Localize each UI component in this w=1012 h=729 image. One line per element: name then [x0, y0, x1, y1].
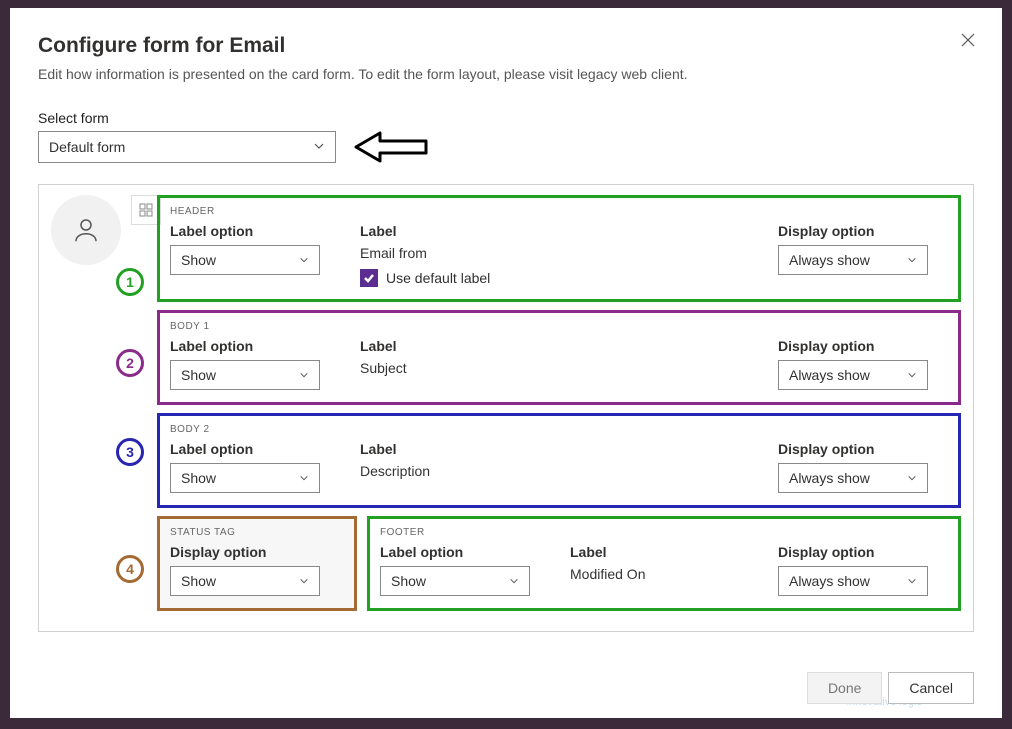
- footer-label-value: Modified On: [570, 566, 758, 582]
- display-option-heading: Display option: [778, 223, 948, 239]
- chevron-down-icon: [509, 573, 519, 589]
- check-icon: [363, 272, 375, 284]
- annotation-badge-3: 3: [116, 438, 144, 466]
- select-form-label: Select form: [38, 110, 974, 126]
- card-preview: [51, 195, 161, 271]
- chevron-down-icon: [313, 139, 325, 155]
- use-default-label-text: Use default label: [386, 270, 490, 286]
- section-body2: 3 BODY 2 Label option Show Label Descrip…: [157, 413, 961, 508]
- footer-label-option-select[interactable]: Show: [380, 566, 530, 596]
- dialog-subtitle: Edit how information is presented on the…: [38, 66, 974, 82]
- pointer-arrow-icon: [354, 130, 432, 164]
- annotation-badge-2: 2: [116, 349, 144, 377]
- done-button[interactable]: Done: [807, 672, 882, 704]
- dialog-title: Configure form for Email: [38, 34, 974, 58]
- select-form-value: Default form: [49, 139, 125, 155]
- header-display-option-select[interactable]: Always show: [778, 245, 928, 275]
- chevron-down-icon: [907, 252, 917, 268]
- section-status-tag: 4 STATUS TAG Display option Show: [157, 516, 357, 611]
- avatar-placeholder: [51, 195, 121, 265]
- person-icon: [71, 215, 101, 245]
- body1-display-option-select[interactable]: Always show: [778, 360, 928, 390]
- section-body1: 2 BODY 1 Label option Show Label Subject: [157, 310, 961, 405]
- section-title-footer: FOOTER: [380, 527, 948, 538]
- section-header: 1 HEADER Label option Show Label Email f…: [157, 195, 961, 302]
- header-label-option-select[interactable]: Show: [170, 245, 320, 275]
- section-footer: FOOTER Label option Show Label Modified …: [367, 516, 961, 611]
- annotation-badge-4: 4: [116, 555, 144, 583]
- form-sections-panel: 1 HEADER Label option Show Label Email f…: [38, 184, 974, 632]
- body1-label-option-select[interactable]: Show: [170, 360, 320, 390]
- chevron-down-icon: [299, 252, 309, 268]
- section-title-header: HEADER: [170, 206, 948, 217]
- layout-grid-icon: [138, 202, 154, 218]
- section-title-status: STATUS TAG: [170, 527, 344, 538]
- annotation-badge-1: 1: [116, 268, 144, 296]
- body2-label-option-select[interactable]: Show: [170, 463, 320, 493]
- use-default-label-checkbox[interactable]: [360, 269, 378, 287]
- chevron-down-icon: [907, 367, 917, 383]
- close-button[interactable]: [960, 32, 980, 52]
- header-label-value: Email from: [360, 245, 758, 261]
- dialog-footer: Done Cancel: [807, 672, 974, 704]
- section-title-body2: BODY 2: [170, 424, 948, 435]
- body2-display-option-select[interactable]: Always show: [778, 463, 928, 493]
- select-form-dropdown[interactable]: Default form: [38, 131, 336, 163]
- cancel-button[interactable]: Cancel: [888, 672, 974, 704]
- section-title-body1: BODY 1: [170, 321, 948, 332]
- chevron-down-icon: [907, 470, 917, 486]
- status-display-option-select[interactable]: Show: [170, 566, 320, 596]
- body2-label-value: Description: [360, 463, 758, 479]
- chevron-down-icon: [299, 470, 309, 486]
- chevron-down-icon: [907, 573, 917, 589]
- chevron-down-icon: [299, 367, 309, 383]
- label-heading: Label: [360, 223, 758, 239]
- label-option-heading: Label option: [170, 223, 340, 239]
- configure-form-dialog: Configure form for Email Edit how inform…: [10, 8, 1002, 718]
- chevron-down-icon: [299, 573, 309, 589]
- body1-label-value: Subject: [360, 360, 758, 376]
- footer-display-option-select[interactable]: Always show: [778, 566, 928, 596]
- close-icon: [960, 32, 976, 48]
